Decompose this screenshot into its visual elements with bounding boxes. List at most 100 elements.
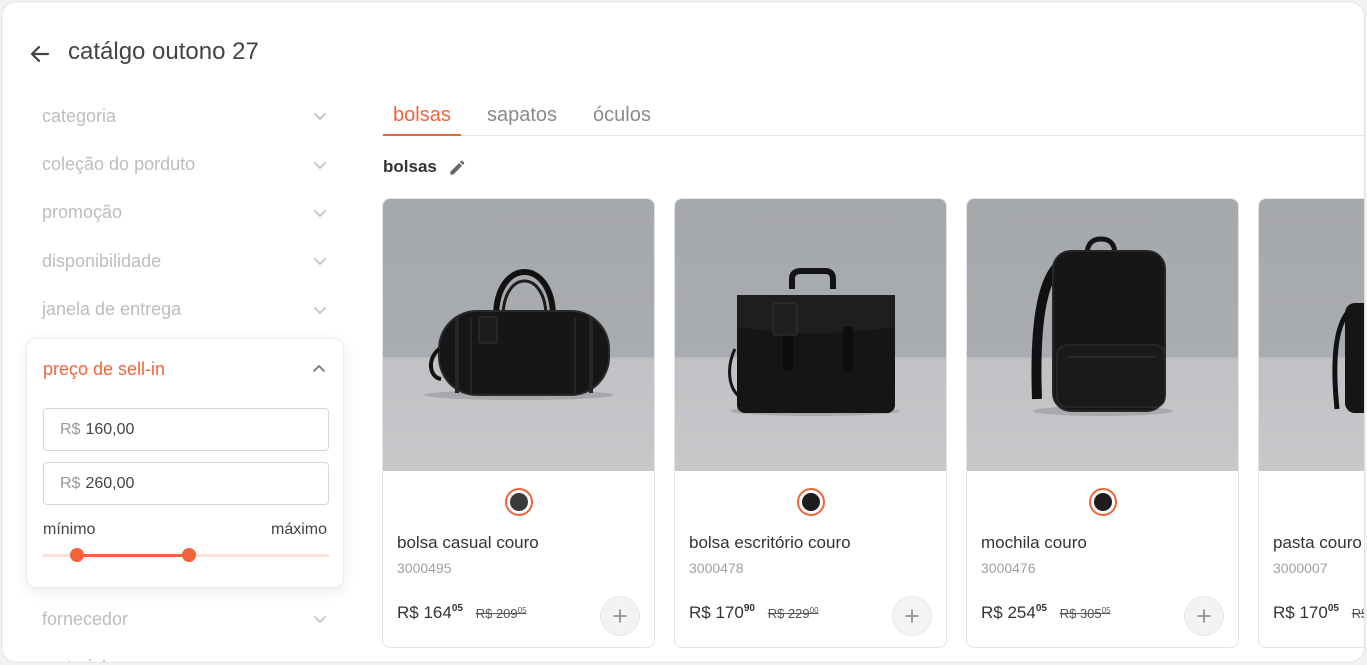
product-image bbox=[675, 199, 946, 471]
price-integer: 170 bbox=[1299, 603, 1328, 622]
old-currency: R$ bbox=[1059, 606, 1077, 621]
product-price: R$ 17090 R$ 22900 bbox=[689, 603, 819, 623]
chevron-down-icon bbox=[314, 210, 326, 218]
max-price-value: 260,00 bbox=[85, 474, 135, 492]
chevron-up-icon bbox=[313, 364, 325, 372]
price-integer: 254 bbox=[1007, 603, 1036, 622]
filter-label: promoção bbox=[42, 202, 123, 223]
add-to-cart-button[interactable] bbox=[1184, 596, 1224, 636]
old-price-integer: 209 bbox=[495, 606, 518, 621]
color-swatch[interactable] bbox=[504, 488, 533, 516]
product-price: R$ 254 05 R$ 30505 bbox=[981, 603, 1111, 623]
currency: R$ bbox=[397, 603, 419, 622]
min-price-input[interactable]: R$ 160,00 bbox=[43, 408, 329, 451]
old-price: R$ 22900 bbox=[768, 606, 819, 621]
app-frame: catálgo outono 27 categoria coleção do p… bbox=[1, 1, 1365, 663]
duffel-bag-image bbox=[424, 269, 614, 400]
product-card[interactable]: mochila couro 3000476 R$ 254 05 R$ 30505 bbox=[966, 198, 1239, 648]
old-price: R$ 30505 bbox=[1060, 606, 1111, 621]
filter-list: categoria coleção do porduto promoção di… bbox=[26, 92, 344, 334]
product-price: R$ 16405 R$ 20905 bbox=[397, 603, 527, 623]
filter-label: disponibilidade bbox=[42, 250, 162, 271]
arrow-left-icon[interactable] bbox=[28, 42, 52, 66]
product-image bbox=[1259, 199, 1364, 471]
price-filter-panel: preço de sell-in R$ 160,00 R$ 260,00 mín… bbox=[26, 338, 344, 588]
filter-label: coleção do porduto bbox=[42, 154, 196, 175]
plus-icon bbox=[1197, 609, 1211, 623]
price-filter-label: preço de sell-in bbox=[43, 358, 166, 379]
currency-label: R$ bbox=[60, 474, 81, 492]
filter-colecao[interactable]: coleção do porduto bbox=[26, 140, 344, 188]
currency-label: R$ bbox=[60, 420, 81, 438]
product-card[interactable]: bolsa escritório couro 3000478 R$ 17090 … bbox=[674, 198, 947, 648]
currency: R$ bbox=[981, 603, 1003, 622]
min-label: mínimo bbox=[43, 521, 96, 538]
category-tabs: bolsas sapatos óculos bbox=[383, 98, 1364, 136]
product-card[interactable]: pasta couro 3000007 R$ 17005 R$ bbox=[1258, 198, 1364, 648]
product-name: bolsa casual couro bbox=[397, 533, 539, 552]
product-name: mochila couro bbox=[981, 533, 1087, 552]
filter-material[interactable]: material bbox=[26, 643, 344, 663]
filter-label: material bbox=[42, 657, 106, 662]
tab-oculos[interactable]: óculos bbox=[583, 98, 661, 136]
price-cents: 05 bbox=[1327, 603, 1339, 614]
tab-sapatos[interactable]: sapatos bbox=[477, 98, 567, 136]
price-range-slider[interactable] bbox=[43, 548, 329, 562]
product-code: 3000495 bbox=[397, 560, 452, 576]
old-price-integer: 229 bbox=[787, 606, 810, 621]
plus-icon bbox=[905, 609, 919, 623]
old-price: R$ 20905 bbox=[476, 606, 527, 621]
price-filter-header[interactable]: preço de sell-in bbox=[43, 357, 327, 381]
filter-disponibilidade[interactable]: disponibilidade bbox=[26, 237, 344, 285]
old-price-cents: 05 bbox=[1101, 606, 1111, 615]
page-title: catálgo outono 27 bbox=[68, 38, 259, 65]
pencil-icon[interactable] bbox=[447, 158, 467, 178]
old-currency: R$ bbox=[767, 606, 785, 621]
add-to-cart-button[interactable] bbox=[600, 596, 640, 636]
product-name: bolsa escritório couro bbox=[689, 533, 851, 552]
product-card[interactable]: bolsa casual couro 3000495 R$ 16405 R$ 2… bbox=[382, 198, 655, 648]
product-price: R$ 17005 R$ bbox=[1273, 603, 1364, 623]
filter-label: categoria bbox=[42, 105, 117, 126]
slider-thumb-min[interactable] bbox=[70, 548, 85, 562]
filter-fornecedor[interactable]: fornecedor bbox=[26, 595, 344, 643]
color-swatch[interactable] bbox=[796, 488, 825, 516]
chevron-down-icon bbox=[312, 660, 328, 663]
filter-promocao[interactable]: promoção bbox=[26, 189, 344, 237]
old-price: R$ bbox=[1351, 606, 1364, 621]
chevron-down-icon bbox=[314, 616, 326, 624]
currency: R$ bbox=[1273, 603, 1295, 622]
filter-janela-entrega[interactable]: janela de entrega bbox=[26, 286, 344, 334]
filter-categoria[interactable]: categoria bbox=[26, 92, 344, 140]
currency: R$ bbox=[689, 603, 711, 622]
filter-label: janela de entrega bbox=[42, 299, 182, 320]
min-price-value: 160,00 bbox=[85, 420, 135, 438]
product-image bbox=[383, 199, 654, 471]
briefcase-image bbox=[728, 268, 900, 416]
chevron-down-icon bbox=[314, 161, 326, 169]
max-price-input[interactable]: R$ 260,00 bbox=[43, 462, 329, 505]
old-price-cents: 00 bbox=[809, 606, 819, 615]
slider-range-fill bbox=[77, 554, 189, 557]
filter-label: fornecedor bbox=[42, 608, 129, 629]
product-name: pasta couro bbox=[1273, 533, 1362, 552]
tab-bolsas[interactable]: bolsas bbox=[383, 98, 461, 136]
filter-list-bottom: fornecedor material bbox=[26, 595, 344, 663]
old-currency: R$ bbox=[475, 606, 493, 621]
product-code: 3000478 bbox=[689, 560, 744, 576]
product-code: 3000007 bbox=[1273, 560, 1328, 576]
old-price-integer: 305 bbox=[1079, 606, 1102, 621]
add-to-cart-button[interactable] bbox=[892, 596, 932, 636]
product-code: 3000476 bbox=[981, 560, 1036, 576]
slider-thumb-max[interactable] bbox=[181, 548, 196, 562]
section-title: bolsas bbox=[383, 157, 437, 176]
chevron-down-icon bbox=[314, 258, 326, 266]
max-label: máximo bbox=[270, 521, 327, 538]
color-swatch[interactable] bbox=[1088, 488, 1117, 516]
old-currency: R$ bbox=[1351, 606, 1364, 621]
backpack-image bbox=[1031, 236, 1173, 416]
price-integer: 170 bbox=[715, 603, 744, 622]
old-price-cents: 05 bbox=[517, 606, 527, 615]
chevron-down-icon bbox=[314, 306, 326, 315]
price-cents: 90 bbox=[743, 603, 755, 614]
